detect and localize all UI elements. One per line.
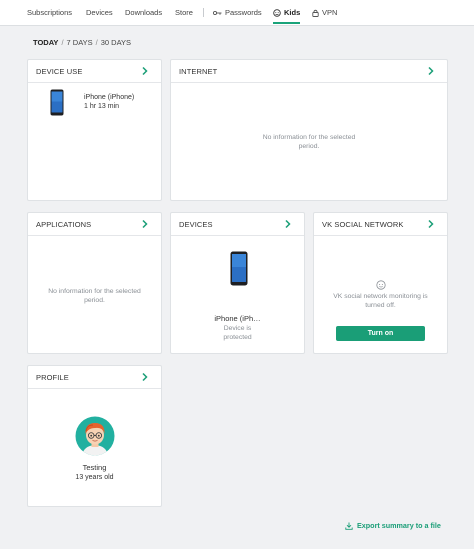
vk-status-message: VK social network monitoring is turned o…	[314, 293, 447, 310]
turn-on-button[interactable]: Turn on	[336, 326, 425, 341]
nav-devices[interactable]: Devices	[86, 8, 113, 17]
top-navigation: Subscriptions Devices Downloads Store Pa…	[0, 0, 474, 26]
key-icon	[213, 10, 222, 16]
profile-name: Testing	[82, 463, 107, 472]
card-title: DEVICE USE	[36, 67, 83, 76]
card-title: INTERNET	[179, 67, 218, 76]
nav-divider	[203, 8, 204, 17]
nav-store[interactable]: Store	[175, 8, 193, 17]
device-use-card: DEVICE USE iPhone (iPhone) 1 hr 13 min	[27, 59, 162, 201]
range-separator: /	[61, 38, 64, 47]
chevron-right-icon[interactable]	[427, 66, 435, 76]
vk-social-network-header[interactable]: VK SOCIAL NETWORK	[314, 213, 447, 236]
range-today[interactable]: TODAY	[33, 38, 58, 47]
status-line: Device is	[223, 325, 252, 332]
nav-vpn-label: VPN	[322, 8, 338, 17]
nav-downloads[interactable]: Downloads	[125, 8, 162, 17]
empty-line: period.	[84, 296, 105, 304]
device-use-header[interactable]: DEVICE USE	[28, 60, 161, 83]
status-line: protected	[223, 333, 252, 341]
export-label: Export summary to a file	[357, 521, 441, 530]
internet-header[interactable]: INTERNET	[171, 60, 447, 83]
chevron-right-icon[interactable]	[141, 66, 149, 76]
nav-passwords[interactable]: Passwords	[213, 8, 262, 17]
message-line: turned off.	[365, 301, 396, 309]
empty-line: period.	[298, 142, 320, 150]
nav-subscriptions[interactable]: Subscriptions	[27, 8, 72, 17]
chevron-right-icon[interactable]	[141, 372, 149, 382]
card-title: DEVICES	[179, 220, 213, 229]
chevron-right-icon[interactable]	[427, 219, 435, 229]
smartphone-icon	[230, 251, 248, 286]
message-line: VK social network monitoring is	[333, 293, 428, 300]
empty-state-message: No information for the selected period.	[171, 134, 447, 151]
chevron-right-icon[interactable]	[141, 219, 149, 229]
card-title: PROFILE	[36, 373, 69, 382]
devices-header[interactable]: DEVICES	[171, 213, 304, 236]
range-7-days[interactable]: 7 DAYS	[67, 38, 93, 47]
empty-line: No information for the selected	[262, 134, 356, 141]
device-name: iPhone (iPh…	[214, 314, 261, 323]
empty-state-message: No information for the selected period.	[28, 288, 161, 305]
active-tab-indicator	[273, 22, 300, 24]
date-range-selector: TODAY/7 DAYS/30 DAYS	[33, 38, 131, 47]
vk-social-network-card: VK SOCIAL NETWORK VK social network moni…	[313, 212, 448, 354]
range-separator: /	[95, 38, 98, 47]
applications-card: APPLICATIONS No information for the sele…	[27, 212, 162, 354]
export-summary-link[interactable]: Export summary to a file	[345, 521, 441, 530]
lock-icon	[312, 9, 319, 17]
internet-card: INTERNET No information for the selected…	[170, 59, 448, 201]
profile-age: 13 years old	[75, 474, 114, 481]
nav-passwords-label: Passwords	[225, 8, 262, 17]
smartphone-icon	[50, 89, 64, 116]
chevron-right-icon[interactable]	[284, 219, 292, 229]
profile-card: PROFILE Testing 13 years old	[27, 365, 162, 507]
profile-header[interactable]: PROFILE	[28, 366, 161, 389]
kid-face-icon	[273, 9, 281, 17]
device-name: iPhone (iPhone)	[84, 94, 135, 101]
nav-vpn[interactable]: VPN	[312, 8, 337, 17]
applications-header[interactable]: APPLICATIONS	[28, 213, 161, 236]
nav-kids-label: Kids	[284, 8, 301, 17]
range-30-days[interactable]: 30 DAYS	[101, 38, 131, 47]
device-status: Device is protected	[171, 325, 304, 342]
nav-kids[interactable]: Kids	[273, 8, 300, 17]
devices-card: DEVICES iPhone (iPh… Device is protected	[170, 212, 305, 354]
card-title: VK SOCIAL NETWORK	[322, 220, 404, 229]
device-usage-time: 1 hr 13 min	[84, 103, 120, 110]
card-title: APPLICATIONS	[36, 220, 92, 229]
avatar	[75, 416, 115, 456]
kid-face-icon	[376, 280, 386, 290]
empty-line: No information for the selected	[48, 288, 141, 295]
download-icon	[345, 522, 353, 530]
